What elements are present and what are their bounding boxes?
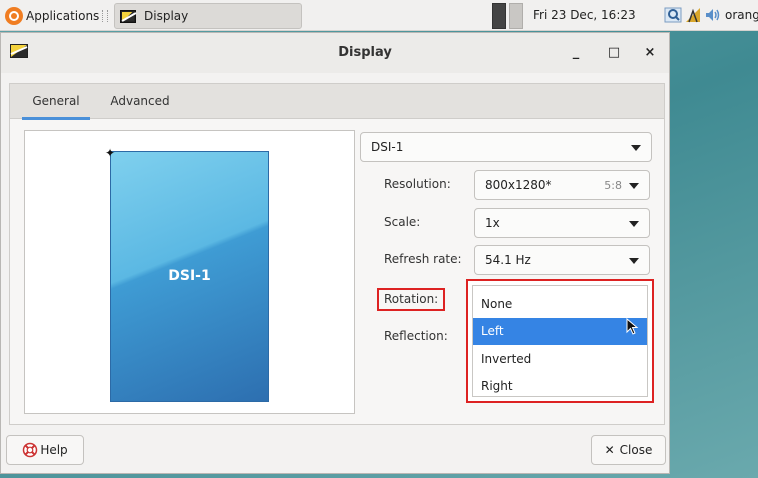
- panel-separator: [102, 10, 109, 22]
- rotation-option-inverted[interactable]: Inverted: [473, 346, 647, 373]
- user-menu[interactable]: orangepi: [725, 8, 758, 22]
- output-select-value: DSI-1: [371, 140, 404, 154]
- rotation-option-right[interactable]: Right: [473, 373, 647, 400]
- applications-label: Applications: [26, 9, 100, 23]
- volume-icon[interactable]: [704, 6, 722, 24]
- chevron-down-icon: [629, 258, 639, 264]
- scale-select[interactable]: 1x: [474, 208, 650, 238]
- resolution-label: Resolution:: [384, 177, 451, 191]
- help-lifebuoy-icon: [23, 442, 38, 458]
- close-icon: ✕: [604, 443, 615, 457]
- chevron-down-icon: [629, 183, 639, 189]
- applications-menu[interactable]: Applications: [5, 6, 109, 26]
- workspace-2[interactable]: [509, 3, 523, 29]
- chevron-down-icon: [629, 221, 639, 227]
- monitor-dsi-1[interactable]: ✦ DSI-1: [105, 146, 269, 402]
- output-select[interactable]: DSI-1: [360, 132, 652, 162]
- close-label: Close: [619, 443, 653, 457]
- mouse-cursor-icon: [626, 318, 639, 335]
- rotation-label: Rotation:: [384, 292, 439, 306]
- magnifier-icon[interactable]: [664, 6, 682, 24]
- workspace-switcher[interactable]: [492, 3, 526, 29]
- rotation-option-none[interactable]: None: [473, 291, 647, 318]
- taskbar-display-button[interactable]: Display: [114, 3, 302, 29]
- reflection-label: Reflection:: [384, 329, 448, 343]
- display-dialog: Display _ □ × General Advanced ✦ DSI-1 D…: [0, 32, 670, 474]
- scale-label: Scale:: [384, 215, 421, 229]
- rotation-dropdown: None Left Inverted Right: [466, 279, 654, 403]
- top-panel: Applications Display Fri 23 Dec, 16:23 o…: [0, 0, 758, 31]
- refresh-rate-select[interactable]: 54.1 Hz: [474, 245, 650, 275]
- resolution-value: 800x1280*: [485, 178, 552, 192]
- tab-advanced[interactable]: Advanced: [102, 84, 178, 119]
- refresh-rate-label: Refresh rate:: [384, 252, 462, 266]
- tab-bar: General Advanced: [10, 84, 664, 120]
- title-bar[interactable]: Display _ □ ×: [1, 33, 669, 73]
- resolution-select[interactable]: 800x1280* 5:8: [474, 170, 650, 200]
- rotation-menu: None Left Inverted Right: [472, 285, 648, 397]
- tab-general[interactable]: General: [22, 84, 90, 120]
- rotation-option-left[interactable]: Left: [473, 318, 647, 345]
- close-button[interactable]: ✕ Close: [591, 435, 666, 465]
- refresh-rate-value: 54.1 Hz: [485, 253, 531, 267]
- minimize-button[interactable]: _: [566, 43, 586, 63]
- maximize-button[interactable]: □: [604, 43, 624, 63]
- help-label: Help: [40, 443, 68, 457]
- system-tray: orangepi: [664, 6, 758, 24]
- help-button[interactable]: Help: [6, 435, 84, 465]
- aspect-ratio-hint: 5:8: [604, 179, 622, 192]
- scale-value: 1x: [485, 216, 500, 230]
- close-window-button[interactable]: ×: [640, 43, 660, 63]
- display-settings-icon: [120, 9, 136, 23]
- workspace-1[interactable]: [492, 3, 506, 29]
- clock[interactable]: Fri 23 Dec, 16:23: [533, 8, 636, 22]
- orange-pi-logo-icon: [5, 7, 23, 25]
- monitor-label: DSI-1: [168, 268, 211, 284]
- display-preview: ✦ DSI-1: [24, 130, 355, 414]
- primary-display-icon: ✦: [105, 146, 116, 160]
- chevron-down-icon: [631, 145, 641, 151]
- taskbar-display-label: Display: [144, 9, 189, 23]
- network-icon[interactable]: [684, 6, 702, 24]
